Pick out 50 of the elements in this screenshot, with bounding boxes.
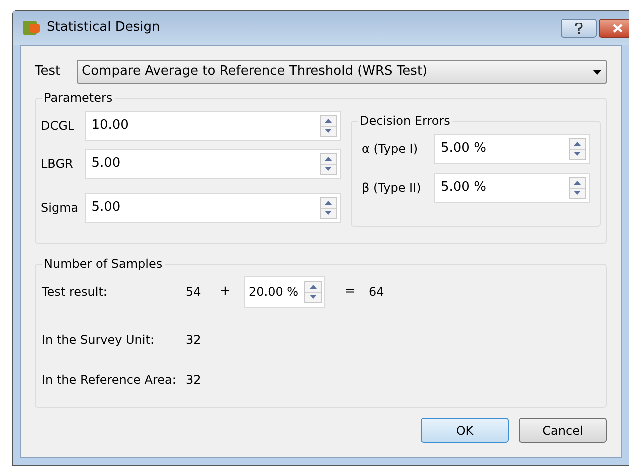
base-count: 54 <box>186 284 202 301</box>
down-arrow-icon <box>325 211 332 216</box>
spin-buttons[interactable] <box>320 153 337 175</box>
up-arrow-icon <box>325 156 332 161</box>
dropdown-arrow-icon <box>593 70 602 74</box>
up-arrow-icon <box>574 142 581 146</box>
field-label: In the Survey Unit: <box>42 332 156 349</box>
dialog-button[interactable]: OK <box>421 418 509 443</box>
field-label: LBGR <box>41 156 74 173</box>
spin-field[interactable]: 10.00 <box>84 111 341 141</box>
field-label: Sigma <box>41 200 80 217</box>
equals-sign: = <box>345 283 357 302</box>
plus-sign: + <box>220 283 232 302</box>
total-count: 64 <box>369 284 384 301</box>
field-label: α (Type I) <box>362 141 420 158</box>
down-arrow-icon <box>574 152 581 156</box>
down-arrow-icon <box>310 295 316 300</box>
field-label: DCGL <box>41 118 76 135</box>
group-title: Number of Samples <box>42 256 165 272</box>
close-button[interactable] <box>599 18 629 38</box>
field-label: Test result: <box>42 284 108 301</box>
up-arrow-icon <box>325 200 332 205</box>
spin-buttons[interactable] <box>320 115 337 137</box>
spin-field[interactable]: 5.00 <box>84 149 341 179</box>
spin-buttons[interactable] <box>569 138 586 160</box>
count-value: 32 <box>186 372 202 389</box>
window-title: Statistical Design <box>47 19 160 38</box>
down-arrow-icon <box>325 129 332 134</box>
help-button[interactable] <box>561 18 597 38</box>
close-icon <box>613 24 623 32</box>
spin-buttons[interactable] <box>304 281 322 303</box>
up-arrow-icon <box>574 180 581 185</box>
spin-field[interactable]: 20.00 % <box>244 276 325 308</box>
down-arrow-icon <box>574 191 581 196</box>
field-label: β (Type II) <box>362 180 422 197</box>
up-arrow-icon <box>310 284 316 289</box>
down-arrow-icon <box>325 167 332 172</box>
spin-buttons[interactable] <box>569 177 586 199</box>
test-dropdown[interactable]: Compare Average to Reference Threshold (WRS Test) <box>77 60 607 84</box>
spin-buttons[interactable] <box>320 197 337 219</box>
help-icon <box>575 22 583 34</box>
count-value: 32 <box>186 332 202 349</box>
spin-field[interactable]: 5.00 <box>84 193 341 223</box>
spin-field[interactable]: 5.00 % <box>434 173 590 203</box>
test-label: Test <box>35 63 62 82</box>
up-arrow-icon <box>325 118 332 123</box>
field-label: In the Reference Area: <box>42 372 178 389</box>
spin-field[interactable]: 5.00 % <box>434 134 590 164</box>
dialog-button[interactable]: Cancel <box>519 418 607 443</box>
app-icon <box>23 20 41 36</box>
